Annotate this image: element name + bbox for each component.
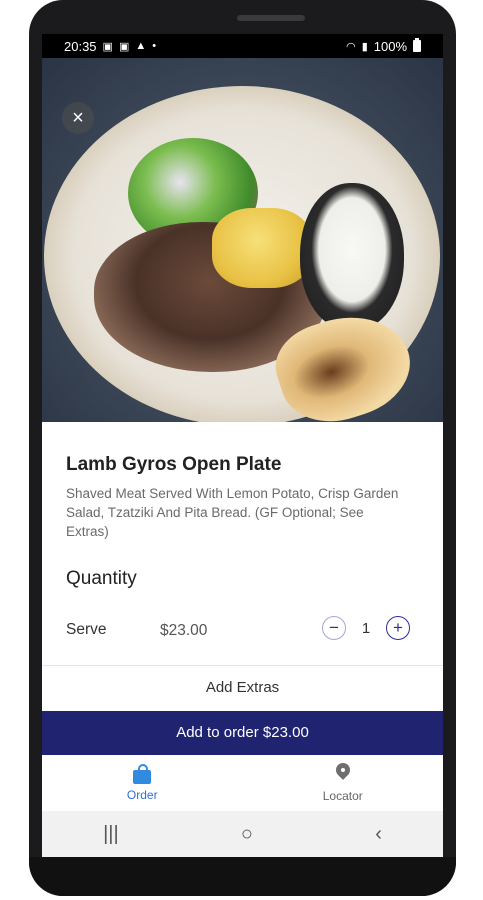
bottom-nav: Order Locator — [42, 755, 443, 811]
notification-icon: ▣ — [118, 40, 130, 53]
serve-label: Serve — [66, 621, 107, 638]
location-pin-icon — [334, 763, 352, 785]
phone-chin — [29, 857, 456, 896]
increment-button[interactable]: + — [386, 616, 410, 640]
serve-price: $23.00 — [160, 622, 208, 639]
item-description: Shaved Meat Served With Lemon Potato, Cr… — [66, 486, 399, 539]
item-photo: × — [42, 58, 443, 422]
home-icon[interactable]: ○ — [241, 823, 253, 846]
speaker-grille — [237, 15, 305, 21]
quantity-value: 1 — [361, 619, 371, 637]
nav-locator-tab[interactable]: Locator — [243, 755, 444, 811]
wifi-icon: ◠ — [346, 40, 356, 53]
close-button[interactable]: × — [62, 102, 94, 134]
warning-icon: ▲ — [135, 40, 147, 52]
dot-icon: • — [152, 40, 157, 52]
notification-icon: ▣ — [102, 40, 113, 53]
close-icon: × — [72, 107, 84, 129]
add-extras-button[interactable]: Add Extras — [42, 666, 443, 710]
potato-image — [212, 208, 312, 288]
battery-icon — [413, 38, 421, 52]
status-time: 20:35 — [64, 38, 97, 54]
app-screen: 20:35 ▣ ▣ ▲ • ◠ ▮ 100% × Lamb Gyros Open… — [42, 34, 443, 857]
nav-locator-label: Locator — [322, 789, 363, 803]
system-nav-bar: ||| ○ ‹ — [42, 811, 443, 857]
recents-icon[interactable]: ||| — [103, 823, 119, 846]
nav-order-label: Order — [126, 788, 158, 802]
quantity-title: Quantity — [66, 568, 137, 589]
signal-icon: ▮ — [361, 40, 368, 53]
tzatziki-bowl-image — [300, 183, 404, 331]
add-to-order-button[interactable]: Add to order $23.00 — [42, 711, 443, 755]
shopping-bag-icon — [133, 764, 152, 784]
back-icon[interactable]: ‹ — [375, 823, 382, 846]
status-bar: 20:35 ▣ ▣ ▲ • ◠ ▮ 100% — [42, 34, 443, 58]
battery-percent: 100% — [373, 38, 407, 54]
decrement-button[interactable]: − — [322, 616, 346, 640]
quantity-stepper: − 1 + — [322, 616, 410, 640]
item-title: Lamb Gyros Open Plate — [66, 454, 282, 475]
nav-order-tab[interactable]: Order — [42, 755, 243, 811]
